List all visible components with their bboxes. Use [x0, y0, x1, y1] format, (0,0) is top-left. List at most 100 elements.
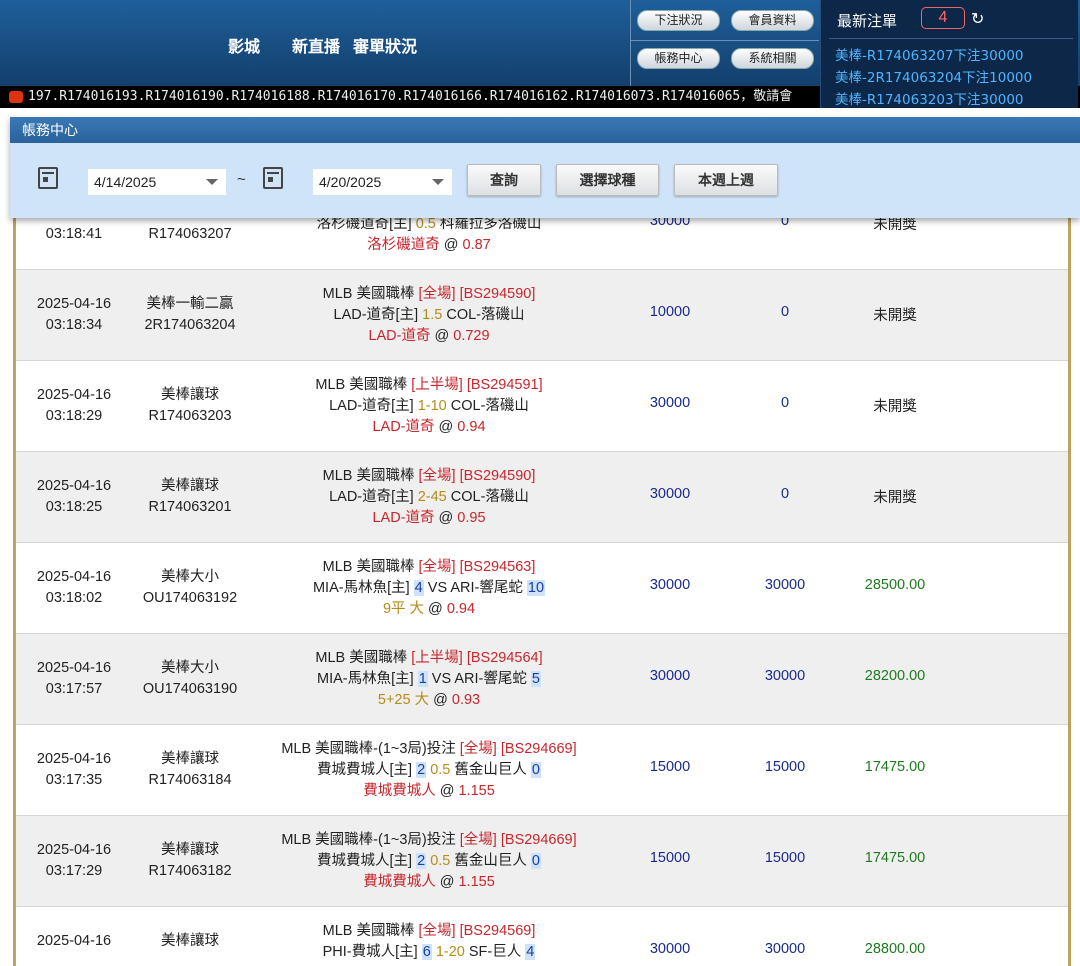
score-highlight: 0: [530, 762, 541, 778]
bet-text-segment: MIA-馬林魚[主]: [312, 580, 414, 596]
date-range-separator: ~: [237, 171, 246, 188]
score-highlight: 6: [421, 944, 432, 960]
nav-review-status[interactable]: 審單狀況: [353, 33, 417, 57]
system-button[interactable]: 系統相關: [731, 48, 814, 69]
bet-date: 2025-04-16: [36, 933, 112, 949]
bet-text-segment: 1.5: [422, 307, 443, 323]
bet-amount: 30000: [649, 218, 691, 229]
bet-text-segment: VS ARI-響尾蛇: [427, 671, 531, 687]
bet-record-row[interactable]: 2025-04-16 03:18:34 美棒一輸二贏 2R174063204 MLB 美…: [16, 270, 1068, 361]
bet-detail-line: 費城費城人 @ 1.155: [248, 781, 610, 802]
bet-record-row[interactable]: 2025-04-16 03:17:57 美棒大小 OU174063190 MLB 美國職…: [16, 634, 1068, 725]
bet-detail-line: 費城費城人 @ 1.155: [248, 872, 610, 893]
bet-text-segment: LAD-道奇[主]: [333, 307, 423, 323]
bet-record-row[interactable]: 2025-04-16 03:17:29 美棒讓球 R174063182 MLB 美國職棒…: [16, 816, 1068, 907]
bet-result: 未開獎: [873, 399, 917, 415]
bet-detail-line: MLB 美國職棒-(1~3局)投注 [全場] [BS294669]: [248, 739, 610, 760]
bet-text-segment: 費城費城人: [363, 783, 436, 799]
latest-bet-item[interactable]: 美棒-R174063203下注30000: [835, 88, 1024, 108]
bet-type: 美棒讓球: [161, 933, 219, 949]
bet-date: 2025-04-16: [36, 842, 112, 858]
latest-bet-item[interactable]: 美棒-2R174063204下注10000: [835, 66, 1032, 86]
nav-new-live[interactable]: 新直播: [292, 33, 340, 57]
nav-cinema[interactable]: 影城: [228, 33, 260, 57]
latest-bet-item[interactable]: 美棒-R174063207下注30000: [835, 44, 1024, 64]
bet-text-segment: MLB 美國職棒: [315, 650, 412, 666]
member-info-button[interactable]: 會員資料: [731, 10, 814, 31]
query-button[interactable]: 查詢: [467, 164, 541, 196]
bet-text-segment: 洛杉磯道奇: [367, 237, 440, 253]
bet-record-row[interactable]: 2025-04-16 03:18:29 美棒讓球 R174063203 MLB 美國職棒…: [16, 361, 1068, 452]
bet-text-segment: PHI-費城人[主]: [322, 944, 422, 960]
bet-text-segment: 5+25 大: [377, 692, 430, 708]
bet-detail-line: LAD-道奇 @ 0.729: [248, 326, 610, 347]
bet-text-segment: 0.93: [451, 692, 481, 708]
bet-type: 美棒一輸二贏: [146, 296, 234, 312]
bet-time: 03:18:02: [45, 590, 103, 606]
bet-record-row[interactable]: 03:18:41 R174063207 洛杉磯道奇[主] 0.5 科羅拉多洛磯山 洛杉…: [16, 218, 1068, 270]
from-date-input[interactable]: 4/14/2025: [88, 169, 226, 195]
to-date-input[interactable]: 4/20/2025: [313, 169, 452, 195]
bet-text-segment: 0.5: [430, 762, 451, 778]
bet-text-segment: LAD-道奇[主]: [329, 489, 418, 505]
bet-text-segment: [上半場] [BS294564]: [411, 650, 543, 666]
valid-amount: 0: [780, 218, 790, 229]
bet-amount: 30000: [649, 941, 691, 957]
bet-detail-line: 9平 大 @ 0.94: [248, 599, 610, 620]
calendar-icon[interactable]: [38, 167, 58, 189]
refresh-icon[interactable]: ↻: [971, 9, 984, 29]
valid-amount: 30000: [764, 941, 806, 957]
account-center-button[interactable]: 帳務中心: [637, 48, 720, 69]
bet-detail-line: MLB 美國職棒 [全場] [BS294590]: [248, 284, 610, 305]
score-highlight: 2: [416, 853, 427, 869]
calendar-icon[interactable]: [263, 167, 283, 189]
bet-record-row[interactable]: 2025-04-16 美棒讓球 MLB 美國職棒 [全場] [BS294569] PH…: [16, 907, 1068, 966]
valid-amount: 15000: [764, 850, 806, 866]
bet-status-button[interactable]: 下注狀況: [637, 10, 720, 31]
bet-date: 2025-04-16: [36, 387, 112, 403]
bet-result: 17475.00: [864, 759, 926, 775]
bet-text-segment: 9平 大: [382, 601, 425, 617]
bet-text-segment: @: [434, 419, 458, 435]
bet-type: 美棒讓球: [161, 478, 219, 494]
bet-record-row[interactable]: 2025-04-16 03:18:02 美棒大小 OU174063192 MLB 美國職…: [16, 543, 1068, 634]
score-highlight: 1: [417, 671, 428, 687]
bet-detail-line: 洛杉磯道奇[主] 0.5 科羅拉多洛磯山: [248, 218, 610, 235]
score-highlight: 4: [413, 580, 424, 596]
bet-detail-line: MLB 美國職棒-(1~3局)投注 [全場] [BS294669]: [248, 830, 610, 851]
bet-detail-line: LAD-道奇[主] 1.5 COL-落磯山: [248, 305, 610, 326]
bet-time: 03:18:34: [45, 317, 103, 333]
bet-detail-line: LAD-道奇 @ 0.95: [248, 508, 610, 529]
ticket-number: OU174063192: [142, 590, 238, 606]
bet-text-segment: 1.155: [458, 783, 495, 799]
bet-type: 美棒大小: [161, 660, 219, 676]
bet-text-segment: 1-20: [435, 944, 465, 960]
bet-record-row[interactable]: 2025-04-16 03:17:35 美棒讓球 R174063184 MLB 美國職棒…: [16, 725, 1068, 816]
bet-result: 28800.00: [864, 941, 926, 957]
bet-text-segment: @: [435, 783, 459, 799]
bet-text-segment: 洛杉磯道奇[主]: [316, 218, 416, 232]
bet-time: 03:17:35: [45, 772, 103, 788]
select-sport-button[interactable]: 選擇球種: [556, 164, 659, 196]
ticket-number: R174063203: [148, 408, 232, 424]
bet-text-segment: 0.95: [457, 510, 486, 526]
ticket-number: R174063184: [148, 772, 232, 788]
this-last-week-button[interactable]: 本週上週: [674, 164, 778, 196]
bet-detail-line: MLB 美國職棒 [上半場] [BS294591]: [248, 375, 610, 396]
bet-text-segment: 0.5: [430, 853, 451, 869]
bet-result: 17475.00: [864, 850, 926, 866]
valid-amount: 15000: [764, 759, 806, 775]
bet-text-segment: [全場] [BS294590]: [418, 468, 536, 484]
bet-text-segment: @: [429, 692, 452, 708]
chevron-down-icon[interactable]: [206, 179, 218, 185]
bet-result: 未開獎: [873, 308, 917, 324]
bet-detail-line: MLB 美國職棒 [上半場] [BS294564]: [248, 648, 610, 669]
bet-text-segment: 1.155: [458, 874, 495, 890]
bet-result: 28500.00: [864, 577, 926, 593]
bet-text-segment: @: [424, 601, 447, 617]
bet-text-segment: 1-10: [417, 398, 447, 414]
chevron-down-icon[interactable]: [432, 179, 444, 185]
bet-amount: 30000: [649, 577, 691, 593]
bet-record-row[interactable]: 2025-04-16 03:18:25 美棒讓球 R174063201 MLB 美國職棒…: [16, 452, 1068, 543]
bet-record-list[interactable]: 03:18:41 R174063207 洛杉磯道奇[主] 0.5 科羅拉多洛磯山 洛杉…: [13, 218, 1071, 966]
